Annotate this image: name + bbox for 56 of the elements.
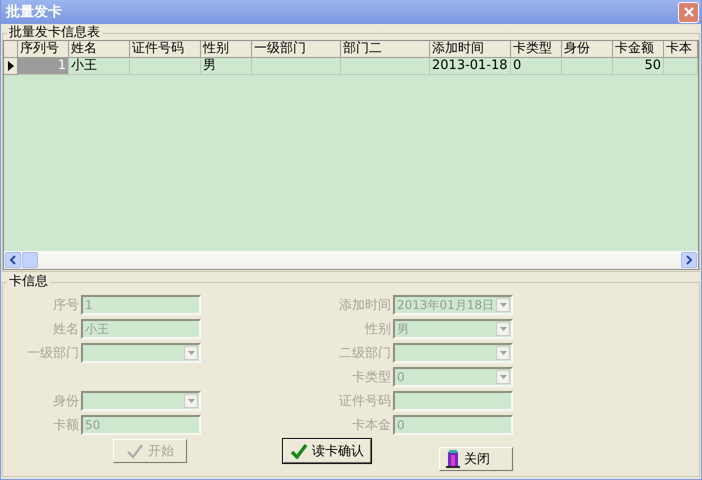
dropdown-field[interactable] (81, 391, 201, 411)
table-cell: 男 (201, 58, 252, 75)
caret-icon (500, 351, 506, 355)
table-cell (562, 58, 613, 75)
door-icon (446, 450, 460, 468)
group-title: 卡信息 (8, 275, 49, 289)
table-cell: 2013-01-18 (430, 58, 511, 75)
column-header[interactable]: 卡类型 (511, 41, 562, 58)
field-label: 序号 (52, 297, 79, 314)
row-pointer-icon (8, 61, 14, 71)
chevron-left-icon (9, 255, 17, 265)
field-label: 证件号码 (339, 393, 391, 410)
caret-icon (500, 303, 506, 307)
table-cell (664, 58, 698, 75)
column-header[interactable]: 身份 (562, 41, 613, 58)
group-title: 批量发卡信息表 (8, 26, 101, 40)
caret-icon (188, 351, 194, 355)
dropdown-field[interactable] (81, 343, 201, 363)
window-title: 批量发卡 (6, 3, 62, 21)
table-cell: 50 (613, 58, 664, 75)
scroll-thumb[interactable] (22, 252, 38, 268)
column-header[interactable]: 姓名 (69, 41, 130, 58)
field-label: 卡本金 (352, 417, 391, 434)
field-label: 姓名 (52, 321, 79, 338)
column-header[interactable]: 卡金额 (613, 41, 664, 58)
table-cell: 小王 (69, 58, 130, 75)
table-cell (130, 58, 201, 75)
close-button[interactable] (678, 2, 699, 22)
field-label: 卡额 (52, 417, 79, 434)
close-icon (682, 6, 694, 18)
scroll-left-button[interactable] (5, 252, 21, 268)
close-button[interactable]: 关闭 (439, 447, 513, 471)
caret-icon (500, 327, 506, 331)
table-cell: 0 (511, 58, 562, 75)
column-header[interactable]: 卡本 (664, 41, 698, 58)
field-label: 二级部门 (339, 345, 391, 362)
field-label: 身份 (52, 393, 79, 410)
column-header[interactable]: 一级部门 (252, 41, 341, 58)
dropdown-field[interactable] (393, 343, 513, 363)
table-cell: 1 (18, 58, 69, 75)
chevron-right-icon (685, 255, 693, 265)
field-label: 卡类型 (352, 369, 391, 386)
checkmark-icon (290, 443, 308, 459)
column-header[interactable]: 性别 (201, 41, 252, 58)
caret-icon (500, 375, 506, 379)
column-header[interactable]: 添加时间 (430, 41, 511, 58)
field-label: 一级部门 (26, 345, 79, 362)
caret-icon (188, 399, 194, 403)
field-label: 添加时间 (339, 297, 391, 314)
column-header[interactable]: 证件号码 (130, 41, 201, 58)
horizontal-scrollbar[interactable] (4, 251, 698, 269)
scroll-right-button[interactable] (681, 252, 697, 268)
confirm-button[interactable]: 读卡确认 (283, 439, 371, 463)
checkmark-icon (126, 443, 144, 459)
column-header[interactable]: 部门二 (341, 41, 430, 58)
field-label: 性别 (365, 321, 391, 338)
